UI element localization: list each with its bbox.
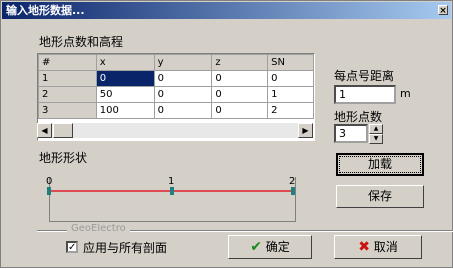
col-header-y[interactable]: y	[153, 54, 213, 71]
grid-horizontal-scrollbar[interactable]: ◀ ▶	[37, 123, 313, 138]
spin-up-icon[interactable]: ▲	[369, 124, 383, 134]
save-button[interactable]: 保存	[336, 185, 424, 208]
cancel-label: 取消	[373, 240, 398, 254]
scroll-right-icon[interactable]: ▶	[298, 123, 313, 138]
apply-all-checkbox[interactable]: ✓	[66, 241, 78, 253]
shape-section-label: 地形形状	[39, 151, 88, 165]
grid-cell[interactable]: 50	[95, 86, 155, 103]
grid-cell[interactable]: 2	[267, 102, 314, 119]
grid-cell[interactable]: 0	[211, 86, 269, 103]
grid-cell[interactable]: 0	[267, 70, 314, 87]
point-count-input[interactable]: 3	[334, 124, 368, 143]
point-count-label: 地形点数	[334, 110, 383, 124]
ok-label: 确定	[265, 240, 290, 254]
grid-cell[interactable]: 0	[153, 70, 213, 87]
points-section-label: 地形点数和高程	[39, 35, 124, 49]
window-title: 输入地形数据...	[6, 4, 85, 17]
col-header-sn[interactable]: SN	[267, 54, 314, 71]
table-row: 1 0 0 0 0	[38, 70, 314, 87]
checkmark-icon: ✔	[250, 239, 262, 255]
col-header-z[interactable]: z	[211, 54, 269, 71]
row-header[interactable]: 2	[38, 86, 97, 103]
close-icon[interactable]: ×	[438, 5, 448, 16]
load-button[interactable]: 加载	[336, 153, 424, 176]
grid-cell[interactable]: 0	[153, 86, 213, 103]
spacing-input[interactable]: 1	[334, 85, 396, 104]
scroll-thumb[interactable]	[53, 123, 73, 138]
grid-cell[interactable]: 0	[211, 70, 269, 87]
spacing-label: 每点号距离	[334, 69, 395, 83]
table-row: 3 100 0 0 2	[38, 102, 314, 119]
scroll-left-icon[interactable]: ◀	[37, 123, 52, 138]
dialog-window: 输入地形数据... × 地形点数和高程 # x y z SN 1 0 0 0 0…	[0, 0, 453, 268]
grid-cell[interactable]: 0	[95, 70, 155, 87]
terrain-shape-panel	[49, 177, 296, 222]
spacing-unit: m	[400, 87, 411, 100]
group-name: GeoElectro	[67, 223, 130, 234]
title-bar[interactable]: 输入地形数据... ×	[2, 2, 451, 19]
grid-cell[interactable]: 100	[95, 102, 155, 119]
grid-table: # x y z SN 1 0 0 0 0 2 50 0 0 1 3 100 0 …	[38, 54, 314, 119]
grid-cell[interactable]: 0	[153, 102, 213, 119]
apply-all-label: 应用与所有剖面	[83, 241, 168, 255]
x-icon: ✖	[358, 239, 370, 255]
grid-cell[interactable]: 0	[211, 102, 269, 119]
col-header-index: #	[38, 54, 97, 71]
table-row: 2 50 0 0 1	[38, 86, 314, 103]
point-count-stepper[interactable]: ▲ ▼	[369, 124, 383, 144]
row-header[interactable]: 3	[38, 102, 97, 119]
grid-header-row: # x y z SN	[38, 54, 314, 71]
cancel-button[interactable]: ✖ 取消	[334, 235, 422, 259]
row-header[interactable]: 1	[38, 70, 97, 87]
ok-button[interactable]: ✔ 确定	[228, 235, 312, 259]
col-header-x[interactable]: x	[95, 54, 155, 71]
spin-down-icon[interactable]: ▼	[369, 134, 383, 144]
grid-cell[interactable]: 1	[267, 86, 314, 103]
check-icon: ✓	[68, 242, 77, 253]
